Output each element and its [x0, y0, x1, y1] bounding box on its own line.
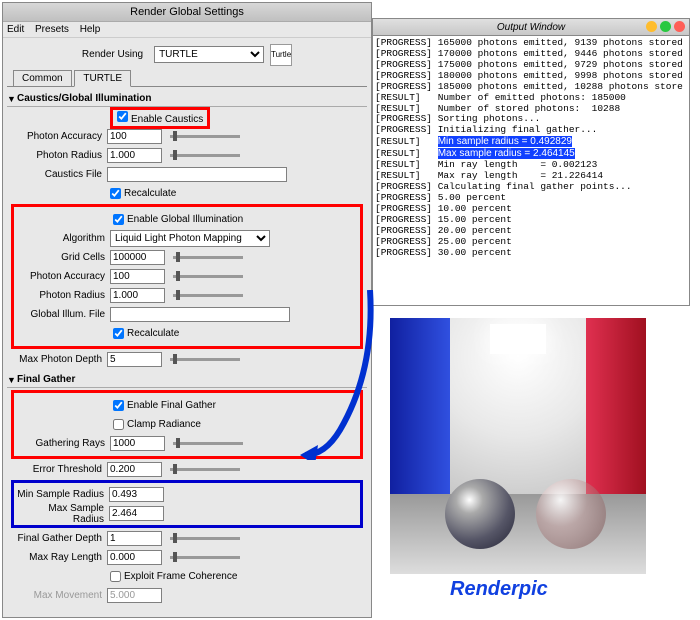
slider[interactable]	[173, 294, 243, 297]
slider[interactable]	[170, 358, 240, 361]
collapse-icon: ▼	[7, 375, 17, 385]
slider[interactable]	[170, 468, 240, 471]
gi-file-input[interactable]	[110, 307, 290, 322]
gathering-rays-input[interactable]	[110, 436, 165, 451]
caustics-photon-radius-input[interactable]	[107, 148, 162, 163]
sample-radius-highlight: Min Sample Radius Max Sample Radius	[11, 480, 363, 528]
tab-turtle[interactable]: TURTLE	[74, 70, 131, 87]
exploit-fc-checkbox[interactable]	[110, 571, 121, 582]
slider[interactable]	[173, 256, 243, 259]
enable-caustics-checkbox[interactable]	[117, 111, 128, 122]
fg-depth-input[interactable]	[107, 531, 162, 546]
render-settings-window: Render Global Settings Edit Presets Help…	[2, 2, 372, 618]
max-ray-length-input[interactable]	[107, 550, 162, 565]
slider[interactable]	[173, 275, 243, 278]
error-threshold-input[interactable]	[107, 462, 162, 477]
caustics-header[interactable]: ▼Caustics/Global Illumination	[7, 91, 367, 107]
maximize-button[interactable]	[660, 21, 671, 32]
menu-presets[interactable]: Presets	[35, 24, 69, 35]
render-using-label: Render Using	[82, 49, 148, 60]
render-using-select[interactable]: TURTLE	[154, 46, 264, 63]
tab-common[interactable]: Common	[13, 70, 72, 87]
gi-photon-accuracy-input[interactable]	[110, 269, 165, 284]
caustics-file-input[interactable]	[107, 167, 287, 182]
output-window: Output Window [PROGRESS] 165000 photons …	[372, 18, 690, 306]
caustics-photon-accuracy-input[interactable]	[107, 129, 162, 144]
enable-fg-checkbox[interactable]	[113, 400, 124, 411]
render-preview	[390, 318, 646, 574]
close-button[interactable]	[674, 21, 685, 32]
minimize-button[interactable]	[646, 21, 657, 32]
settings-content: Render Using TURTLE Turtle Common TURTLE…	[3, 38, 371, 606]
enable-gi-checkbox[interactable]	[113, 214, 124, 225]
menu-help[interactable]: Help	[80, 24, 101, 35]
final-gather-header[interactable]: ▼Final Gather	[7, 372, 367, 388]
slider[interactable]	[170, 537, 240, 540]
tabs: Common TURTLE	[7, 69, 367, 87]
collapse-icon: ▼	[7, 94, 17, 104]
max-movement-input	[107, 588, 162, 603]
min-sample-radius-input[interactable]	[109, 487, 164, 502]
gi-highlight: Enable Global Illumination AlgorithmLiqu…	[11, 204, 363, 349]
slider[interactable]	[170, 154, 240, 157]
gi-photon-radius-input[interactable]	[110, 288, 165, 303]
slider[interactable]	[170, 556, 240, 559]
window-title: Render Global Settings	[3, 3, 371, 22]
enable-caustics-highlight: Enable Caustics	[110, 107, 210, 129]
menu-edit[interactable]: Edit	[7, 24, 24, 35]
max-sample-radius-input[interactable]	[109, 506, 164, 521]
algorithm-select[interactable]: Liquid Light Photon Mapping	[110, 230, 270, 247]
menubar: Edit Presets Help	[3, 22, 371, 38]
window-controls	[646, 21, 685, 32]
gi-recalc-checkbox[interactable]	[113, 328, 124, 339]
slider[interactable]	[170, 135, 240, 138]
slider[interactable]	[173, 442, 243, 445]
console-output[interactable]: [PROGRESS] 165000 photons emitted, 9139 …	[373, 36, 689, 260]
grid-cells-input[interactable]	[110, 250, 165, 265]
renderpic-label: Renderpic	[450, 578, 548, 601]
max-photon-depth-input[interactable]	[107, 352, 162, 367]
clamp-radiance-checkbox[interactable]	[113, 419, 124, 430]
output-window-title: Output Window	[373, 19, 689, 36]
turtle-icon: Turtle	[270, 44, 292, 66]
caustics-recalc-checkbox[interactable]	[110, 188, 121, 199]
fg-highlight: Enable Final Gather Clamp Radiance Gathe…	[11, 390, 363, 459]
